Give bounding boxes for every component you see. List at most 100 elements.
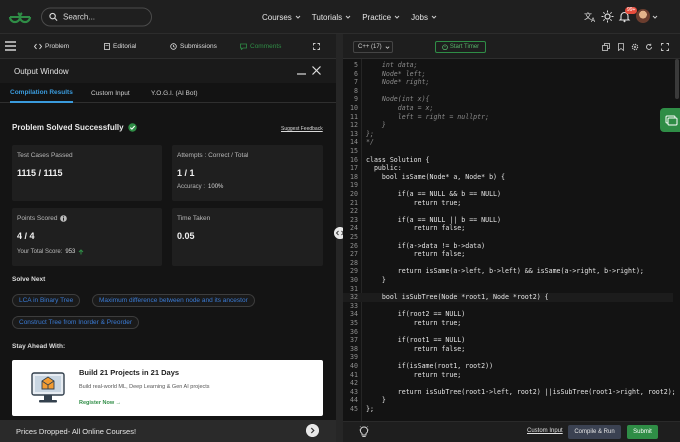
code-line[interactable]: 28	[343, 259, 673, 268]
tab-problem[interactable]: Problem	[34, 34, 69, 59]
expand-icon[interactable]	[313, 43, 320, 50]
copy-icon[interactable]	[602, 43, 610, 51]
minimize-icon[interactable]	[297, 71, 306, 75]
code-line[interactable]: 41 return true;	[343, 371, 673, 380]
code-line[interactable]: 5 int data;	[343, 61, 673, 70]
code-line[interactable]: 11 left = right = nullptr;	[343, 113, 673, 122]
code-line[interactable]: 32 bool isSubTree(Node *root1, Node *roo…	[343, 293, 673, 302]
suggest-feedback-link[interactable]: Suggest Feedback	[281, 126, 323, 132]
code-line[interactable]: 9 Node(int x){	[343, 95, 673, 104]
solve-next-chip[interactable]: Construct Tree from Inorder & Preorder	[12, 316, 140, 329]
code-line[interactable]: 22	[343, 207, 673, 216]
code-line[interactable]: 26 if(a->data != b->data)	[343, 242, 673, 251]
code-line[interactable]: 17 public:	[343, 164, 673, 173]
solve-next-chip[interactable]: LCA in Binary Tree	[12, 294, 81, 307]
menu-icon[interactable]	[5, 41, 16, 51]
code-line[interactable]: 38 return false;	[343, 345, 673, 354]
code-text: if(root1 == NULL)	[366, 336, 466, 345]
line-number: 31	[350, 284, 358, 293]
code-line[interactable]: 15	[343, 147, 673, 156]
code-line[interactable]: 27 return false;	[343, 250, 673, 259]
tab-compilation-results[interactable]: Compilation Results	[10, 83, 73, 103]
settings-icon[interactable]	[631, 43, 639, 51]
code-line[interactable]: 29 return isSame(a->left, b->left) && is…	[343, 267, 673, 276]
editor-scrollbar[interactable]	[675, 59, 679, 99]
avatar[interactable]	[636, 9, 650, 23]
code-line[interactable]: 7 Node* right;	[343, 78, 673, 87]
side-assistant-button[interactable]	[660, 108, 680, 132]
line-number: 5	[354, 61, 358, 69]
gfg-logo-icon[interactable]	[7, 8, 33, 26]
start-timer-button[interactable]: Start Timer	[435, 41, 486, 53]
chevron-down-icon[interactable]	[652, 14, 658, 20]
code-line[interactable]: 12 }	[343, 121, 673, 130]
tab-submissions[interactable]: Submissions	[170, 34, 217, 59]
svg-text:A: A	[591, 17, 596, 23]
tab-yogi-ai-bot[interactable]: Y.O.G.I. (AI Bot)	[151, 83, 197, 103]
language-select[interactable]: C++ (17)	[353, 41, 393, 53]
code-line[interactable]: 19	[343, 181, 673, 190]
code-line[interactable]: 18 bool isSame(Node* a, Node* b) {	[343, 173, 673, 182]
problem-tabs-bar: Problem Editorial Submissions Comments	[0, 34, 336, 59]
code-line[interactable]: 8	[343, 87, 673, 96]
solve-next-chip[interactable]: Maximum difference between node and its …	[92, 294, 255, 307]
line-number: 22	[350, 207, 358, 216]
custom-input-link[interactable]: Custom Input	[527, 428, 563, 434]
lightbulb-icon[interactable]	[359, 426, 369, 438]
fullscreen-icon[interactable]	[661, 43, 669, 51]
code-line[interactable]: 33	[343, 302, 673, 311]
promo-subtitle: Build real-world ML, Deep Learning & Gen…	[79, 384, 210, 390]
code-line[interactable]: 25	[343, 233, 673, 242]
code-line[interactable]: 13};	[343, 130, 673, 139]
theme-toggle-icon[interactable]	[601, 10, 614, 23]
search-placeholder: Search...	[63, 12, 96, 22]
code-line[interactable]: 39	[343, 353, 673, 362]
output-window-title: Output Window	[14, 67, 69, 76]
code-line[interactable]: 30 }	[343, 276, 673, 285]
code-line[interactable]: 37 if(root1 == NULL)	[343, 336, 673, 345]
code-line[interactable]: 34 if(root2 == NULL)	[343, 310, 673, 319]
nav-link-practice[interactable]: Practice	[362, 13, 400, 22]
tab-custom-input[interactable]: Custom Input	[91, 83, 130, 103]
submit-button[interactable]: Submit	[627, 425, 658, 439]
code-line[interactable]: 44 }	[343, 396, 673, 405]
nav-link-courses[interactable]: Courses	[262, 13, 301, 22]
compile-run-button[interactable]: Compile & Run	[568, 425, 621, 439]
code-line[interactable]: 42	[343, 379, 673, 388]
code-line[interactable]: 43 return isSubTree(root1->left, root2) …	[343, 388, 676, 397]
attempts-card: Attempts : Correct / Total 1 / 1 Accurac…	[172, 145, 323, 201]
bookmark-icon[interactable]	[617, 43, 625, 51]
code-text: Node* right;	[366, 78, 430, 87]
code-line[interactable]: 40 if(isSame(root1, root2))	[343, 362, 673, 371]
code-line[interactable]: 31	[343, 285, 673, 294]
chevron-down-icon	[345, 15, 351, 19]
code-line[interactable]: 23 if(a == NULL || b == NULL)	[343, 216, 673, 225]
search-input[interactable]: Search...	[41, 7, 152, 27]
code-line[interactable]: 21 return true;	[343, 199, 673, 208]
tab-problem-label: Problem	[45, 43, 70, 50]
code-line[interactable]: 6 Node* left;	[343, 70, 673, 79]
nav-link-tutorials[interactable]: Tutorials	[312, 13, 351, 22]
code-line[interactable]: 45};	[343, 405, 673, 414]
translate-icon[interactable]: 文A	[584, 10, 597, 23]
tab-comments[interactable]: Comments	[240, 34, 281, 59]
promo-card[interactable]: Build 21 Projects in 21 Days Build real-…	[12, 360, 323, 416]
code-editor[interactable]: 5 int data; 6 Node* left; 7 Node* right; 8 9…	[343, 59, 680, 421]
code-line[interactable]: 20 if(a == NULL && b == NULL)	[343, 190, 673, 199]
code-line[interactable]: 10 data = x;	[343, 104, 673, 113]
close-icon[interactable]	[312, 66, 321, 75]
code-line[interactable]: 16 class Solution {	[343, 156, 673, 165]
nav-link-jobs[interactable]: Jobs	[411, 13, 437, 22]
code-line[interactable]: 24 return false;	[343, 224, 673, 233]
chevron-right-icon[interactable]	[306, 424, 319, 437]
time-taken-card: Time Taken 0.05	[172, 208, 323, 266]
reset-icon[interactable]	[645, 43, 653, 51]
line-number: 23	[350, 215, 358, 224]
code-line[interactable]: 14 */	[343, 138, 673, 147]
register-now-link[interactable]: Register Now →	[79, 400, 121, 406]
info-icon[interactable]	[60, 215, 68, 222]
prices-banner[interactable]: Prices Dropped- All Online Courses!	[0, 420, 336, 442]
code-line[interactable]: 36	[343, 328, 673, 337]
tab-editorial[interactable]: Editorial	[104, 34, 136, 59]
code-line[interactable]: 35 return true;	[343, 319, 673, 328]
